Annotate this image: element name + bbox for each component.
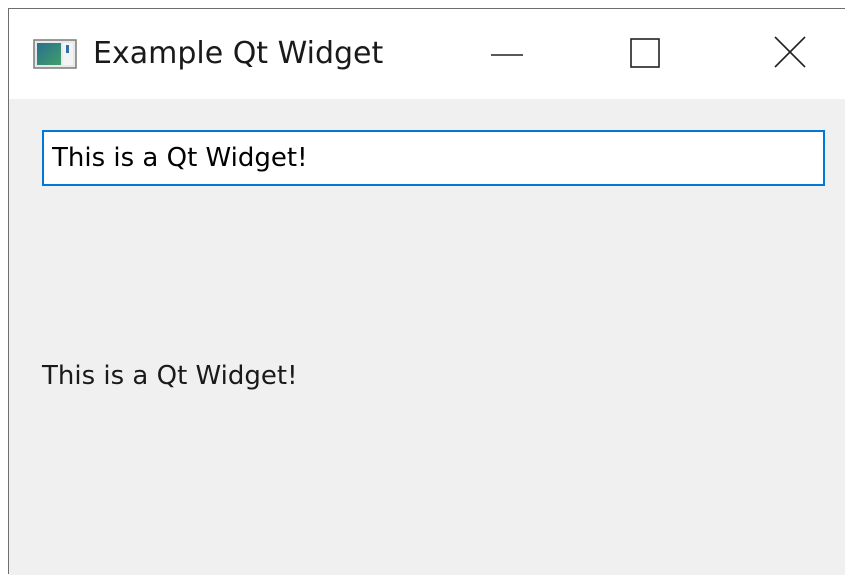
close-button[interactable] — [763, 31, 819, 79]
widget-client-area: This is a Qt Widget! — [9, 99, 845, 575]
mirrored-text-label: This is a Qt Widget! — [42, 361, 298, 391]
minimize-button[interactable] — [479, 31, 535, 79]
maximize-icon — [630, 38, 660, 68]
window-title: Example Qt Widget — [93, 36, 384, 71]
close-icon — [774, 36, 806, 68]
app-window: Example Qt Widget This is a Qt Widget! — [8, 8, 845, 575]
title-bar[interactable]: Example Qt Widget — [9, 9, 845, 99]
minimize-icon — [491, 54, 523, 56]
qt-window-icon[interactable] — [33, 39, 77, 69]
maximize-button[interactable] — [617, 31, 673, 79]
text-line-edit[interactable] — [42, 130, 825, 186]
